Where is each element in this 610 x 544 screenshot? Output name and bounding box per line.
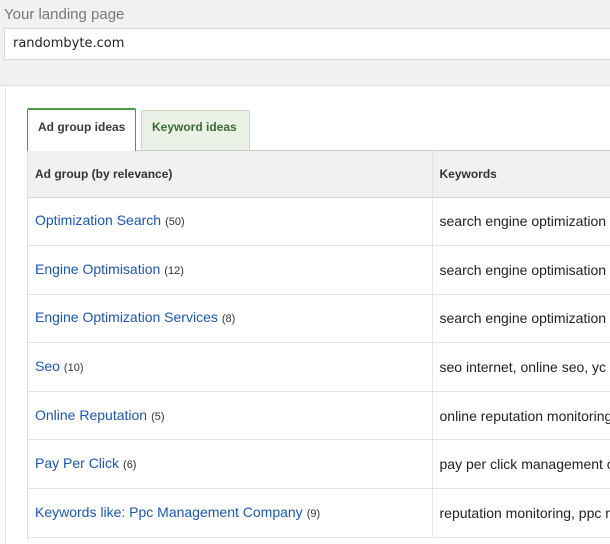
ad-group-cell: Optimization Search (50) — [28, 197, 433, 247]
ad-group-cell: Keywords like: Ppc Management Company (9) — [28, 488, 433, 538]
table-row: Optimization Search (50) search engine op… — [28, 197, 610, 247]
keywords-cell: search engine optimization — [432, 197, 610, 247]
ad-group-link[interactable]: Optimization Search — [35, 212, 161, 228]
table-header-row: Ad group (by relevance) Keywords — [28, 151, 610, 198]
ad-group-cell: Engine Optimization Services (8) — [28, 294, 433, 344]
ad-group-count: (9) — [306, 507, 321, 520]
landing-page-url-input[interactable]: randombyte.com — [4, 28, 610, 60]
column-header-keywords[interactable]: Keywords — [432, 151, 610, 198]
landing-page-panel: Your landing page randombyte.com — [0, 0, 610, 86]
ad-group-link[interactable]: Engine Optimisation — [35, 261, 160, 277]
ad-group-count: (10) — [63, 362, 84, 375]
ad-group-cell: Pay Per Click (6) — [28, 439, 433, 490]
table-row: Seo (10) seo internet, online seo, yc — [28, 342, 610, 392]
table-row: Pay Per Click (6) pay per click managemen… — [28, 439, 610, 490]
keywords-cell: search engine optimization — [432, 294, 610, 344]
table-row: Online Reputation (5) online reputation m… — [28, 391, 610, 441]
keywords-cell: online reputation monitoring — [432, 391, 610, 441]
table-row: Keywords like: Ppc Management Company (9)… — [28, 488, 610, 538]
table-row: Engine Optimisation (12) search engine op… — [28, 245, 610, 295]
ad-group-link[interactable]: Engine Optimization Services — [35, 309, 218, 325]
ad-group-count: (8) — [221, 313, 236, 326]
ad-group-cell: Seo (10) — [28, 342, 433, 392]
ad-group-count: (5) — [151, 410, 165, 423]
ad-group-count: (12) — [164, 264, 184, 277]
keywords-cell: search engine optimisation — [432, 245, 610, 295]
ad-group-cell: Online Reputation (5) — [28, 391, 433, 441]
ad-group-count: (6) — [123, 459, 137, 472]
keywords-cell: pay per click management c — [432, 439, 610, 490]
ad-group-table: Ad group (by relevance) Keywords Optimiz… — [27, 150, 610, 540]
tab-ad-group-ideas[interactable]: Ad group ideas — [27, 108, 136, 151]
tab-keyword-ideas[interactable]: Keyword ideas — [141, 110, 250, 150]
ideas-card: Ad group ideas Keyword ideas Ad group (b… — [5, 86, 610, 544]
ad-group-link[interactable]: Pay Per Click — [35, 455, 119, 471]
ad-group-count: (50) — [165, 216, 185, 229]
ad-group-link[interactable]: Seo — [35, 358, 60, 374]
ad-group-cell: Engine Optimisation (12) — [28, 245, 433, 295]
landing-page-label: Your landing page — [4, 6, 125, 23]
ad-group-link[interactable]: Keywords like: Ppc Management Company — [35, 504, 303, 520]
ad-group-link[interactable]: Online Reputation — [35, 407, 147, 423]
keywords-cell: reputation monitoring, ppc m — [432, 488, 610, 538]
column-header-ad-group[interactable]: Ad group (by relevance) — [28, 151, 433, 198]
table-row: Engine Optimization Services (8) search e… — [28, 294, 610, 344]
keywords-cell: seo internet, online seo, yc — [432, 342, 610, 392]
